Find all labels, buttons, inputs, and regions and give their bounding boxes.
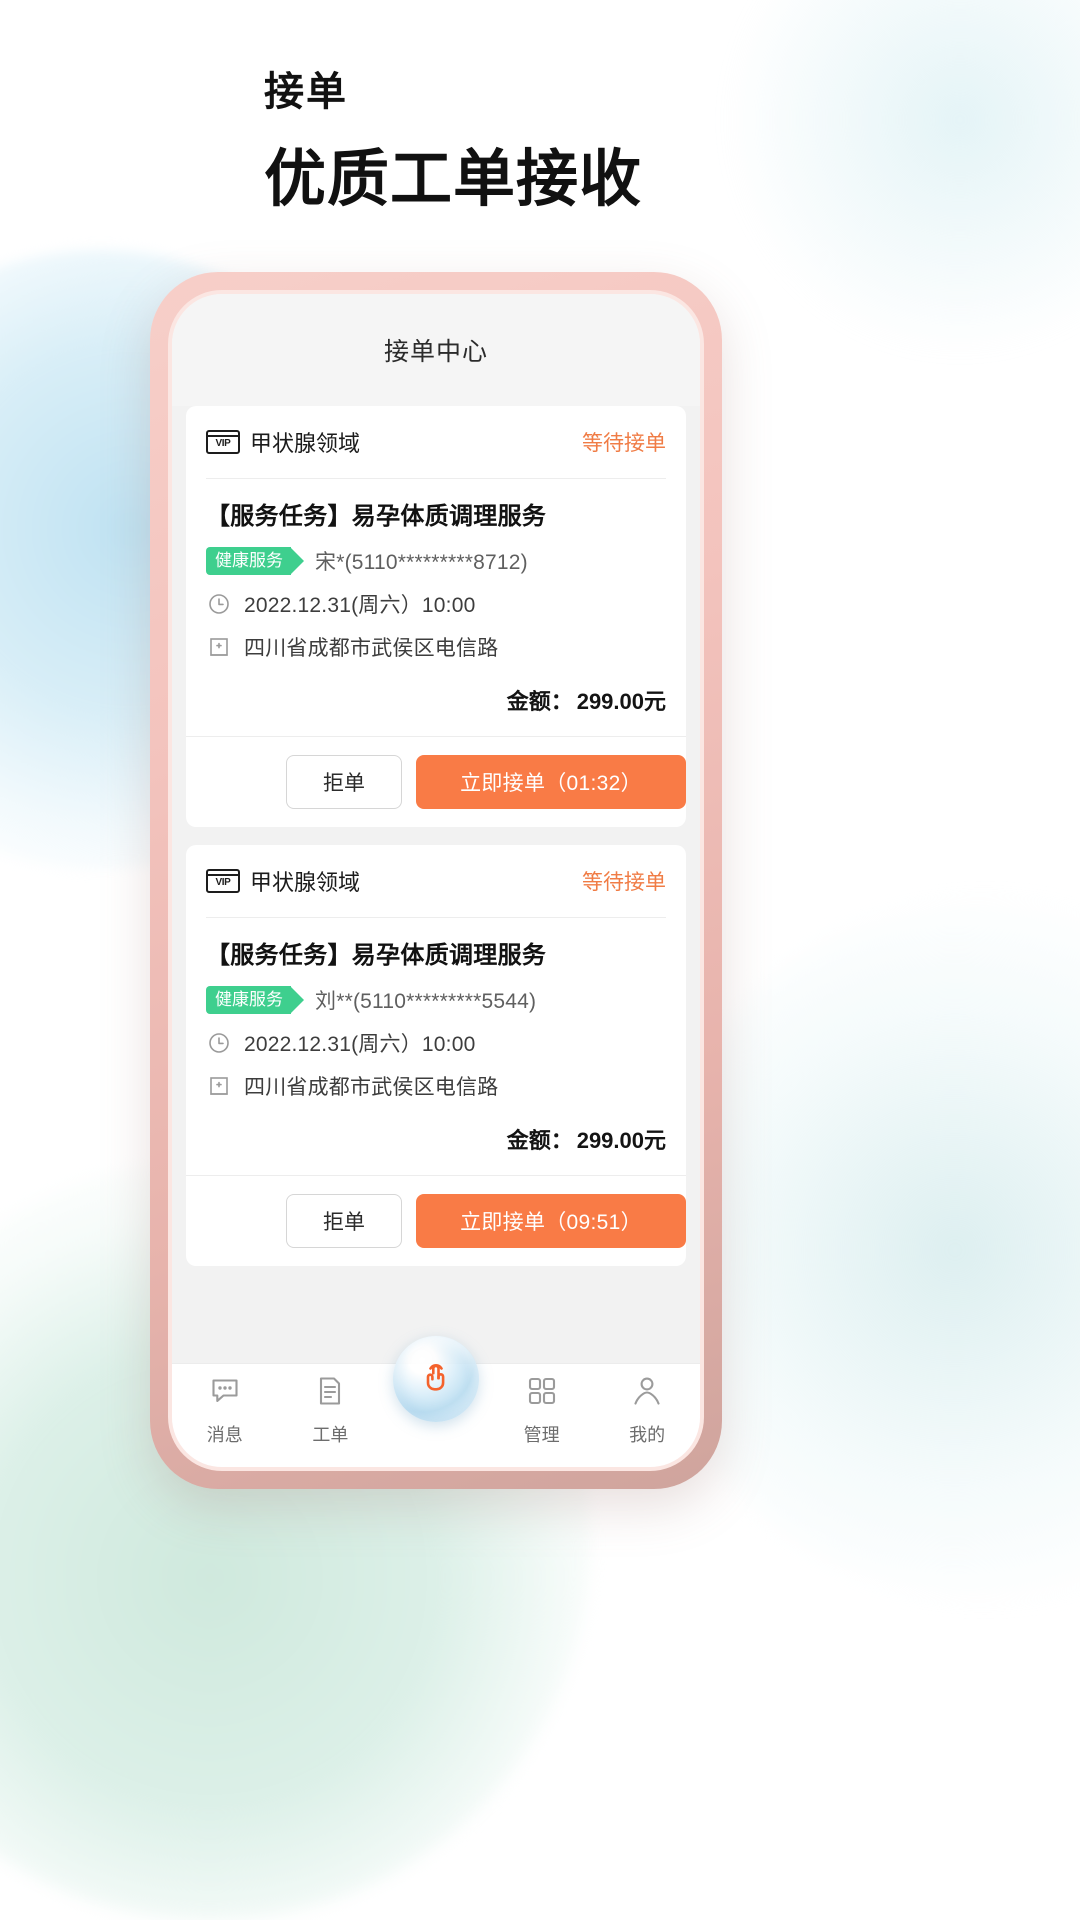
tab-messages[interactable]: 消息 bbox=[172, 1374, 278, 1447]
tap-action-bubble[interactable] bbox=[392, 1336, 479, 1422]
order-customer-row: 健康服务 刘**(5110*********5544) bbox=[206, 985, 666, 1015]
tap-finger-icon bbox=[414, 1355, 458, 1404]
order-card[interactable]: VIP 甲状腺领域 等待接单 【服务任务】易孕体质调理服务 健康服务 宋*(51… bbox=[186, 406, 686, 828]
promo-headline: 优质工单接收 bbox=[264, 145, 643, 214]
status-badge: 等待接单 bbox=[582, 871, 666, 895]
chat-bubble-icon bbox=[208, 1374, 242, 1413]
order-amount-label: 金额： bbox=[506, 1128, 573, 1154]
order-customer-row: 健康服务 宋*(5110*********8712) bbox=[206, 546, 666, 576]
order-datetime-row: 2022.12.31(周六）10:00 bbox=[206, 589, 666, 619]
promo-headings: 接单 优质工单接收 bbox=[264, 68, 642, 215]
page-title: 接单中心 bbox=[383, 338, 488, 366]
order-amount-row: 金额： 299.00元 bbox=[186, 1105, 686, 1175]
service-type-tag: 健康服务 bbox=[206, 547, 304, 576]
home-indicator bbox=[361, 1452, 511, 1457]
tab-label-manage: 管理 bbox=[523, 1425, 560, 1445]
order-task-title: 【服务任务】易孕体质调理服务 bbox=[206, 503, 547, 530]
order-card-header: VIP 甲状腺领域 等待接单 bbox=[186, 845, 686, 917]
order-customer-name: 刘**(5110*********5544) bbox=[315, 990, 537, 1014]
order-amount-value: 299.00元 bbox=[576, 1128, 666, 1154]
order-amount-value: 299.00元 bbox=[576, 689, 666, 715]
order-category: VIP 甲状腺领域 bbox=[206, 865, 360, 897]
tab-profile[interactable]: 我的 bbox=[594, 1374, 700, 1447]
order-card-body: 【服务任务】易孕体质调理服务 健康服务 宋*(5110*********8712… bbox=[186, 479, 686, 666]
promo-kicker: 接单 bbox=[264, 70, 348, 114]
document-icon bbox=[313, 1374, 347, 1413]
hospital-building-icon bbox=[206, 1073, 232, 1099]
order-address-row: 四川省成都市武侯区电信路 bbox=[206, 632, 666, 662]
phone-screen: 接单中心 VIP 甲状腺领域 等待接单 【服务任务】易孕体质调理服务 健康服务 … bbox=[172, 294, 700, 1467]
vip-icon: VIP bbox=[206, 430, 240, 454]
reject-order-button[interactable]: 拒单 bbox=[286, 1194, 402, 1249]
order-address: 四川省成都市武侯区电信路 bbox=[244, 1076, 499, 1100]
order-address-row: 四川省成都市武侯区电信路 bbox=[206, 1071, 666, 1101]
grid-icon bbox=[525, 1374, 559, 1413]
order-card-body: 【服务任务】易孕体质调理服务 健康服务 刘**(5110*********554… bbox=[186, 918, 686, 1105]
service-type-tag: 健康服务 bbox=[206, 986, 304, 1015]
background-blob-top-right bbox=[720, 0, 1080, 360]
accept-order-button[interactable]: 立即接单（01:32） bbox=[416, 755, 686, 810]
order-address: 四川省成都市武侯区电信路 bbox=[244, 637, 499, 661]
vip-icon-label: VIP bbox=[215, 438, 231, 449]
tab-workorders[interactable]: 工单 bbox=[278, 1374, 384, 1447]
hospital-building-icon bbox=[206, 634, 232, 660]
order-card[interactable]: VIP 甲状腺领域 等待接单 【服务任务】易孕体质调理服务 健康服务 刘**(5… bbox=[186, 845, 686, 1267]
phone-mockup-frame: 接单中心 VIP 甲状腺领域 等待接单 【服务任务】易孕体质调理服务 健康服务 … bbox=[150, 272, 722, 1489]
accept-order-button[interactable]: 立即接单（09:51） bbox=[416, 1194, 686, 1249]
clock-icon bbox=[206, 1030, 232, 1056]
order-datetime: 2022.12.31(周六）10:00 bbox=[244, 594, 476, 618]
status-badge: 等待接单 bbox=[582, 432, 666, 455]
order-amount-row: 金额： 299.00元 bbox=[186, 666, 686, 736]
order-card-header: VIP 甲状腺领域 等待接单 bbox=[186, 406, 686, 478]
order-datetime: 2022.12.31(周六）10:00 bbox=[244, 1033, 476, 1057]
order-card-actions: 拒单 立即接单（09:51） bbox=[186, 1175, 686, 1266]
order-customer-name: 宋*(5110*********8712) bbox=[315, 551, 528, 575]
phone-inner-bezel: 接单中心 VIP 甲状腺领域 等待接单 【服务任务】易孕体质调理服务 健康服务 … bbox=[168, 290, 704, 1471]
order-list[interactable]: VIP 甲状腺领域 等待接单 【服务任务】易孕体质调理服务 健康服务 宋*(51… bbox=[172, 406, 700, 1363]
order-datetime-row: 2022.12.31(周六）10:00 bbox=[206, 1028, 666, 1058]
tab-label-workorders: 工单 bbox=[312, 1425, 349, 1445]
order-category-label: 甲状腺领域 bbox=[250, 431, 361, 456]
app-header: 接单中心 bbox=[172, 294, 700, 406]
clock-icon bbox=[206, 591, 232, 617]
tab-manage[interactable]: 管理 bbox=[489, 1374, 595, 1447]
order-category-label: 甲状腺领域 bbox=[250, 870, 361, 896]
tab-label-messages: 消息 bbox=[206, 1425, 243, 1445]
tab-label-profile: 我的 bbox=[629, 1425, 666, 1445]
order-category: VIP 甲状腺领域 bbox=[206, 426, 360, 458]
order-amount-label: 金额： bbox=[506, 689, 573, 715]
vip-icon: VIP bbox=[206, 869, 240, 894]
order-card-actions: 拒单 立即接单（01:32） bbox=[186, 736, 686, 827]
order-task-title: 【服务任务】易孕体质调理服务 bbox=[206, 942, 547, 970]
reject-order-button[interactable]: 拒单 bbox=[286, 755, 402, 810]
person-icon bbox=[630, 1374, 664, 1413]
vip-icon-label: VIP bbox=[215, 877, 231, 889]
